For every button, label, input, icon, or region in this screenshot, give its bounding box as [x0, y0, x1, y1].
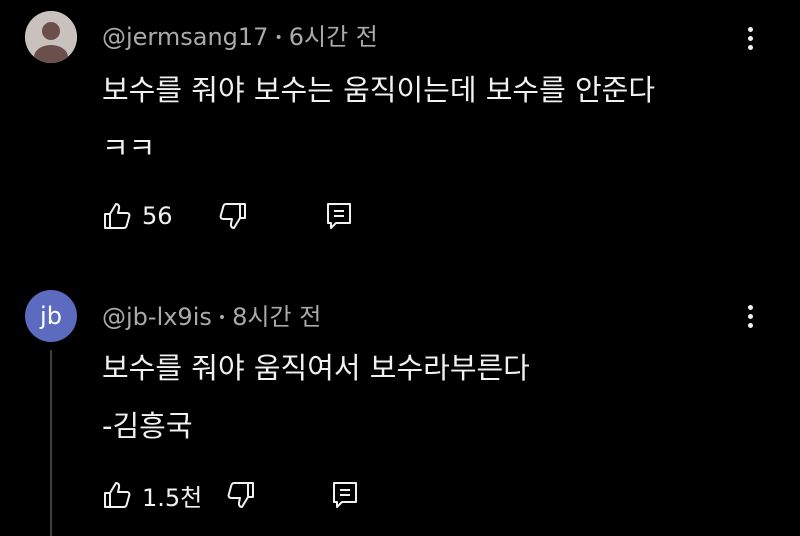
reply-icon	[333, 482, 357, 508]
more-vert-icon-dot	[747, 322, 753, 328]
reply-thread-line	[50, 350, 52, 536]
more-vert-icon-dot	[747, 304, 753, 310]
comment-meta: @jb-lx9is • 8시간 전	[102, 297, 321, 332]
more-options-button[interactable]	[736, 298, 764, 334]
more-vert-icon-dot	[747, 313, 753, 319]
comment-time[interactable]: 8시간 전	[232, 303, 321, 331]
meta-separator: •	[217, 310, 227, 326]
comment-text-line: 보수를 줘야 움직여서 보수라부른다	[102, 351, 530, 385]
thumb-down-icon	[227, 482, 254, 508]
thumb-up-icon	[104, 482, 131, 508]
comment-text-line: -김흥국	[102, 409, 193, 443]
comment-item: jb @jb-lx9is • 8시간 전 보수를 줘야 움직여서 보수라부른다 -김…	[0, 0, 800, 536]
reply-button[interactable]	[330, 478, 360, 512]
comment-author[interactable]: @jb-lx9is	[102, 303, 212, 331]
dislike-button[interactable]	[226, 478, 256, 512]
avatar[interactable]: jb	[25, 290, 77, 342]
like-button[interactable]: 1.5천	[102, 478, 202, 512]
like-count: 1.5천	[142, 483, 203, 512]
